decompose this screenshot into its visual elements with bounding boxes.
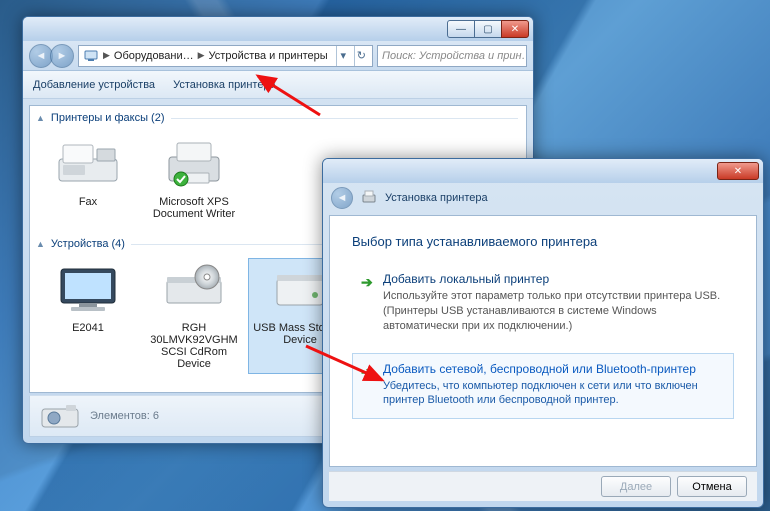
minimize-button[interactable]: — xyxy=(447,20,475,38)
device-item[interactable]: E2041 xyxy=(36,258,140,374)
device-label: Fax xyxy=(38,196,138,208)
devices-icon xyxy=(83,48,99,64)
breadcrumb[interactable]: ▶ Оборудовани… ▶ Устройства и принтеры ▾… xyxy=(78,45,373,67)
close-button[interactable]: ✕ xyxy=(501,20,529,38)
dialog-titlebar: ✕ xyxy=(323,159,763,183)
search-placeholder: Поиск: Устройства и прин… xyxy=(382,50,527,62)
option-desc: Используйте этот параметр только при отс… xyxy=(383,289,723,334)
device-item[interactable]: Microsoft XPS Document Writer xyxy=(142,132,246,224)
device-label: RGH 30LMVK92VGHM SCSI CdRom Device xyxy=(144,322,244,370)
option-network-printer[interactable]: ➔ Добавить сетевой, беспроводной или Blu… xyxy=(352,353,734,420)
device-label: Microsoft XPS Document Writer xyxy=(144,196,244,220)
option-title: Добавить сетевой, беспроводной или Bluet… xyxy=(383,362,723,376)
close-button[interactable]: ✕ xyxy=(717,162,759,180)
option-desc: Убедитесь, что компьютер подключен к сет… xyxy=(383,379,723,409)
window-controls: — ▢ ✕ xyxy=(448,20,529,38)
dialog-heading: Выбор типа устанавливаемого принтера xyxy=(352,234,734,249)
chevron-right-icon: ▶ xyxy=(198,50,205,61)
cancel-button[interactable]: Отмена xyxy=(677,476,747,497)
dialog-footer: Далее Отмена xyxy=(329,471,757,501)
collapse-icon: ▲ xyxy=(36,239,45,249)
group-title: Принтеры и факсы (2) xyxy=(51,112,165,124)
dialog-header: ◄ Установка принтера xyxy=(323,183,763,213)
arrow-right-icon: ➔ xyxy=(361,364,373,381)
cdrom-icon xyxy=(158,262,230,318)
device-label: E2041 xyxy=(38,322,138,334)
printer-icon xyxy=(361,189,377,208)
search-input[interactable]: Поиск: Устройства и прин… 🔍 xyxy=(377,45,527,67)
nav-row: ◄ ► ▶ Оборудовани… ▶ Устройства и принте… xyxy=(23,41,533,71)
status-text: Элементов: 6 xyxy=(90,410,159,422)
nav-buttons: ◄ ► xyxy=(29,44,74,68)
dialog-body: Выбор типа устанавливаемого принтера ➔ Д… xyxy=(329,215,757,467)
arrow-right-icon: ➔ xyxy=(361,274,373,291)
option-title: Добавить локальный принтер xyxy=(383,272,723,286)
dialog-title: Установка принтера xyxy=(385,192,488,204)
maximize-button[interactable]: ▢ xyxy=(474,20,502,38)
explorer-titlebar: — ▢ ✕ xyxy=(23,17,533,41)
toolbar: Добавление устройства Установка принтера xyxy=(23,71,533,99)
divider xyxy=(171,118,519,119)
refresh-button[interactable]: ↻ xyxy=(354,46,368,66)
device-item[interactable]: Fax xyxy=(36,132,140,224)
option-local-printer[interactable]: ➔ Добавить локальный принтер Используйте… xyxy=(352,263,734,345)
group-title: Устройства (4) xyxy=(51,238,125,250)
chevron-right-icon: ▶ xyxy=(103,50,110,61)
device-item[interactable]: RGH 30LMVK92VGHM SCSI CdRom Device xyxy=(142,258,246,374)
fax-icon xyxy=(52,136,124,192)
group-header-printers[interactable]: ▲ Принтеры и факсы (2) xyxy=(30,106,526,128)
camera-icon xyxy=(40,401,80,431)
window-controls: ✕ xyxy=(718,162,759,180)
forward-button[interactable]: ► xyxy=(50,44,74,68)
collapse-icon: ▲ xyxy=(36,113,45,123)
next-button[interactable]: Далее xyxy=(601,476,671,497)
add-device-button[interactable]: Добавление устройства xyxy=(33,79,155,91)
breadcrumb-seg-1[interactable]: Оборудовани… xyxy=(114,50,194,62)
printer-icon xyxy=(158,136,230,192)
add-printer-button[interactable]: Установка принтера xyxy=(173,79,276,91)
back-button[interactable]: ◄ xyxy=(331,187,353,209)
breadcrumb-dropdown[interactable]: ▾ xyxy=(336,46,350,66)
add-printer-dialog: ✕ ◄ Установка принтера Выбор типа устана… xyxy=(322,158,764,508)
monitor-icon xyxy=(52,262,124,318)
breadcrumb-seg-2[interactable]: Устройства и принтеры xyxy=(209,50,328,62)
